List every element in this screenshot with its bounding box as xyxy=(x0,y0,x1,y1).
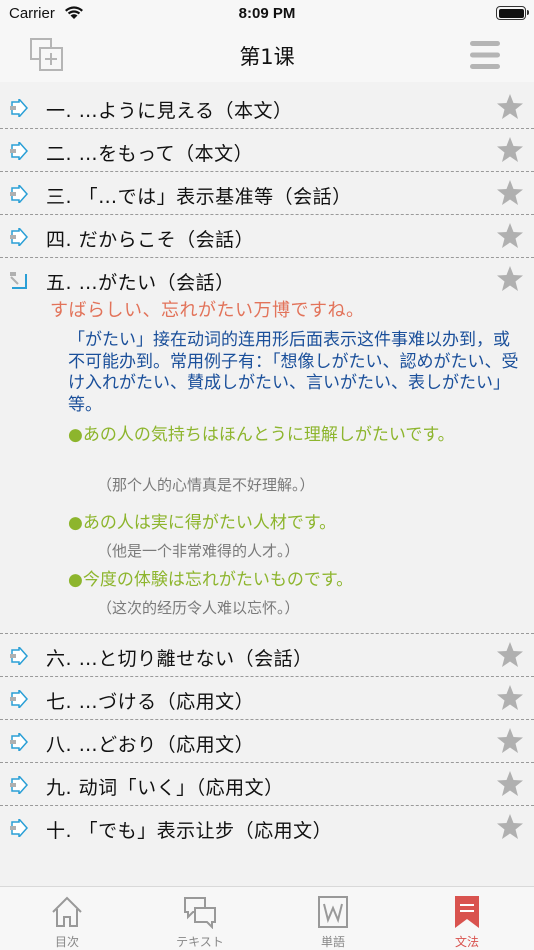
star-icon[interactable] xyxy=(496,813,524,841)
expand-arrow-icon xyxy=(10,690,28,708)
star-icon[interactable] xyxy=(496,265,524,293)
star-icon[interactable] xyxy=(496,641,524,669)
expand-arrow-icon xyxy=(10,228,28,246)
grammar-explanation: 「がたい」接在动词的连用形后面表示这件事难以办到，或不可能办到。常用例子有：「想… xyxy=(68,330,519,415)
grammar-item-2[interactable]: 二. …をもって（本文） xyxy=(0,129,534,172)
grammar-item-title: 三. 「…では」表示基准等（会話） xyxy=(46,186,352,208)
status-bar: Carrier 8:09 PM xyxy=(0,0,534,30)
grammar-item-title: 八. …どおり（応用文） xyxy=(46,734,255,756)
expand-arrow-icon xyxy=(10,647,28,665)
star-icon[interactable] xyxy=(496,684,524,712)
expand-arrow-icon xyxy=(10,185,28,203)
tab-grammar[interactable]: 文法 xyxy=(400,887,534,950)
tab-label: 文法 xyxy=(454,935,479,949)
star-icon[interactable] xyxy=(496,179,524,207)
grammar-item-title: 七. …づける（応用文） xyxy=(46,691,255,713)
grammar-item-9[interactable]: 九. 动词「いく」（応用文） xyxy=(0,763,534,806)
screen: Carrier 8:09 PM 第1课 一. …ように見える（本文） 二. …を… xyxy=(0,0,534,950)
grammar-item-6[interactable]: 六. …と切り離せない（会話） xyxy=(0,634,534,677)
grammar-item-4[interactable]: 四. だからこそ（会話） xyxy=(0,215,534,258)
star-icon[interactable] xyxy=(496,136,524,164)
expand-arrow-icon xyxy=(10,142,28,160)
tab-bar: 目次 テキスト 単語 文法 xyxy=(0,886,534,950)
example-translation-cn: （他是一个非常难得的人才。） xyxy=(97,542,300,560)
example-sentence-jp: ●あの人の気持ちはほんとうに理解しがたいです。 xyxy=(68,425,455,445)
grammar-item-title: 六. …と切り離せない（会話） xyxy=(46,648,313,670)
collapse-arrow-icon xyxy=(10,272,27,289)
home-icon xyxy=(52,896,82,927)
example-sentence-jp: ●今度の体験は忘れがたいものです。 xyxy=(68,570,354,590)
grammar-item-title: 九. 动词「いく」（応用文） xyxy=(46,777,284,799)
example-translation-cn: （这次的经历令人难以忘怀。） xyxy=(97,599,300,617)
grammar-item-3[interactable]: 三. 「…では」表示基准等（会話） xyxy=(0,172,534,215)
battery-icon xyxy=(496,6,529,20)
grammar-item-5-expanded[interactable]: 五. …がたい（会話） すばらしい、忘れがたい万博ですね。 「がたい」接在动词的… xyxy=(0,258,534,634)
grammar-item-10[interactable]: 十. 「でも」表示让步（応用文） xyxy=(0,806,534,849)
grammar-item-title: 二. …をもって（本文） xyxy=(46,143,254,165)
tab-contents[interactable]: 目次 xyxy=(0,887,134,950)
star-icon[interactable] xyxy=(496,727,524,755)
example-sentence-jp: ●あの人は実に得がたい人材です。 xyxy=(68,513,337,533)
chat-icon xyxy=(184,897,216,929)
star-icon[interactable] xyxy=(496,222,524,250)
tab-words[interactable]: 単語 xyxy=(266,887,400,950)
tab-label: テキスト xyxy=(176,935,224,949)
tab-label: 目次 xyxy=(54,935,79,949)
status-time: 8:09 PM xyxy=(238,5,296,22)
star-icon[interactable] xyxy=(496,93,524,121)
grammar-item-title: 四. だからこそ（会話） xyxy=(46,229,255,251)
battery-level xyxy=(498,8,524,18)
grammar-list: 一. …ように見える（本文） 二. …をもって（本文） 三. 「…では」表示基准… xyxy=(0,86,534,849)
grammar-item-1[interactable]: 一. …ように見える（本文） xyxy=(0,86,534,129)
bookmark-icon xyxy=(455,896,479,928)
expand-arrow-icon xyxy=(10,819,28,837)
expand-arrow-icon xyxy=(10,733,28,751)
page-title: 第1课 xyxy=(239,45,295,69)
main-example-sentence: すばらしい、忘れがたい万博ですね。 xyxy=(50,300,365,321)
expand-arrow-icon xyxy=(10,99,28,117)
menu-icon[interactable] xyxy=(470,40,500,70)
word-icon xyxy=(318,896,348,928)
nav-bar: 第1课 xyxy=(0,30,534,82)
grammar-item-title: 一. …ように見える（本文） xyxy=(46,100,293,122)
tab-text[interactable]: テキスト xyxy=(133,887,267,950)
expand-arrow-icon xyxy=(10,776,28,794)
grammar-item-title: 五. …がたい（会話） xyxy=(46,272,235,294)
grammar-item-7[interactable]: 七. …づける（応用文） xyxy=(0,677,534,720)
grammar-item-8[interactable]: 八. …どおり（応用文） xyxy=(0,720,534,763)
example-translation-cn: （那个人的心情真是不好理解。） xyxy=(97,476,315,494)
star-icon[interactable] xyxy=(496,770,524,798)
tab-label: 単語 xyxy=(320,935,345,949)
grammar-item-title: 十. 「でも」表示让步（応用文） xyxy=(46,820,333,842)
